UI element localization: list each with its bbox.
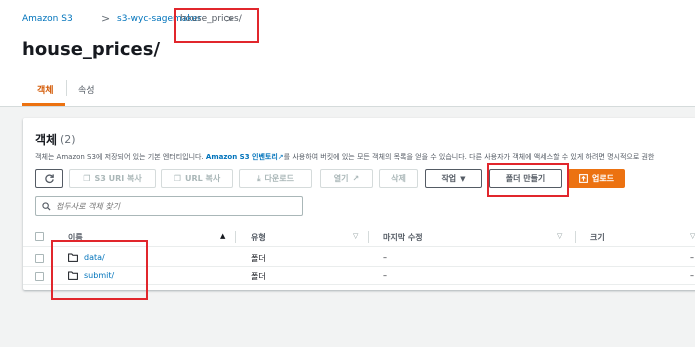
open-label: 열기 [333, 174, 349, 183]
description-prefix: 객체는 Amazon S3에 저장되어 있는 기본 엔터티입니다. [35, 153, 206, 161]
actions-dropdown[interactable]: 작업 ▼ [425, 169, 482, 188]
download-button[interactable]: ⤓ 다운로드 [239, 169, 312, 188]
copy-s3-uri-button[interactable]: ❐ S3 URI 복사 [69, 169, 156, 188]
sort-icon[interactable]: ▽ [690, 232, 695, 240]
column-header-name[interactable]: 이름 [68, 232, 83, 243]
table-row[interactable]: submit/ 폴더 – – [23, 268, 695, 285]
upload-button[interactable]: 업로드 [568, 169, 625, 188]
object-type: 폴더 [251, 272, 266, 281]
page-title: house_prices/ [22, 39, 161, 60]
object-size: – [690, 253, 694, 262]
delete-label: 삭제 [391, 174, 406, 183]
copy-url-label: URL 복사 [184, 174, 221, 183]
object-name-link[interactable]: submit/ [84, 271, 114, 280]
open-button[interactable]: 열기 ↗ [320, 169, 373, 188]
delete-button[interactable]: 삭제 [379, 169, 418, 188]
column-header-last-modified[interactable]: 마지막 수정 [383, 232, 423, 243]
column-header-size[interactable]: 크기 [590, 232, 605, 243]
panel-description: 객체는 Amazon S3에 저장되어 있는 기본 엔터티입니다. Amazon… [35, 152, 654, 162]
tab-baseline [0, 106, 695, 107]
create-folder-label: 폴더 만들기 [505, 174, 546, 183]
upload-label: 업로드 [591, 174, 615, 183]
tab-divider [66, 80, 67, 96]
search-input[interactable] [56, 201, 286, 211]
create-folder-button[interactable]: 폴더 만들기 [489, 169, 562, 188]
external-link-icon: ↗ [352, 174, 360, 183]
object-count: (2) [60, 133, 76, 146]
object-last-modified: – [383, 253, 387, 262]
actions-label: 작업 [441, 174, 457, 183]
copy-s3-uri-label: S3 URI 복사 [94, 174, 142, 183]
panel-title: 객체 [35, 133, 58, 147]
column-divider [368, 231, 369, 243]
object-size: – [690, 271, 694, 280]
table-header: 이름 ▲ 유형 ▽ 마지막 수정 ▽ 크기 ▽ [23, 227, 695, 247]
description-suffix: 를 사용하여 버킷에 있는 모든 객체의 목록을 얻을 수 있습니다. 다른 사… [283, 153, 655, 161]
column-divider [235, 231, 236, 243]
download-label: 다운로드 [264, 174, 294, 183]
breadcrumb-amazon-s3[interactable]: Amazon S3 [22, 14, 73, 24]
copy-icon: ❐ [83, 174, 91, 183]
download-icon: ⤓ [257, 173, 261, 183]
row-checkbox[interactable] [35, 254, 44, 263]
copy-url-button[interactable]: ❐ URL 복사 [161, 169, 233, 188]
breadcrumb-separator: > [101, 12, 111, 25]
refresh-icon [44, 174, 54, 184]
inventory-link[interactable]: Amazon S3 인벤토리 [206, 153, 278, 161]
search-icon [42, 201, 51, 211]
select-all-checkbox[interactable] [35, 232, 44, 241]
refresh-button[interactable] [35, 169, 63, 188]
breadcrumb-current: house_prices/ [180, 14, 242, 24]
folder-icon [68, 253, 78, 262]
object-name-link[interactable]: data/ [84, 253, 105, 262]
tab-properties[interactable]: 속성 [78, 83, 95, 96]
upload-icon [579, 174, 588, 183]
column-header-type[interactable]: 유형 [251, 232, 266, 243]
object-type: 폴더 [251, 254, 266, 263]
table-row[interactable]: data/ 폴더 – – [23, 250, 695, 267]
objects-panel: 객체 (2) 객체는 Amazon S3에 저장되어 있는 기본 엔터티입니다.… [23, 118, 695, 290]
page-header: Amazon S3 > s3-wyc-sagemaker > house_pri… [0, 0, 695, 107]
sort-icon[interactable]: ▽ [557, 232, 562, 240]
copy-icon: ❐ [173, 174, 181, 183]
search-box [35, 196, 303, 216]
folder-icon [68, 271, 78, 280]
sort-ascending-icon[interactable]: ▲ [220, 232, 225, 240]
row-checkbox[interactable] [35, 272, 44, 281]
tab-objects[interactable]: 객체 [37, 83, 54, 96]
caret-down-icon: ▼ [460, 174, 466, 183]
object-last-modified: – [383, 271, 387, 280]
column-divider [575, 231, 576, 243]
sort-icon[interactable]: ▽ [353, 232, 358, 240]
